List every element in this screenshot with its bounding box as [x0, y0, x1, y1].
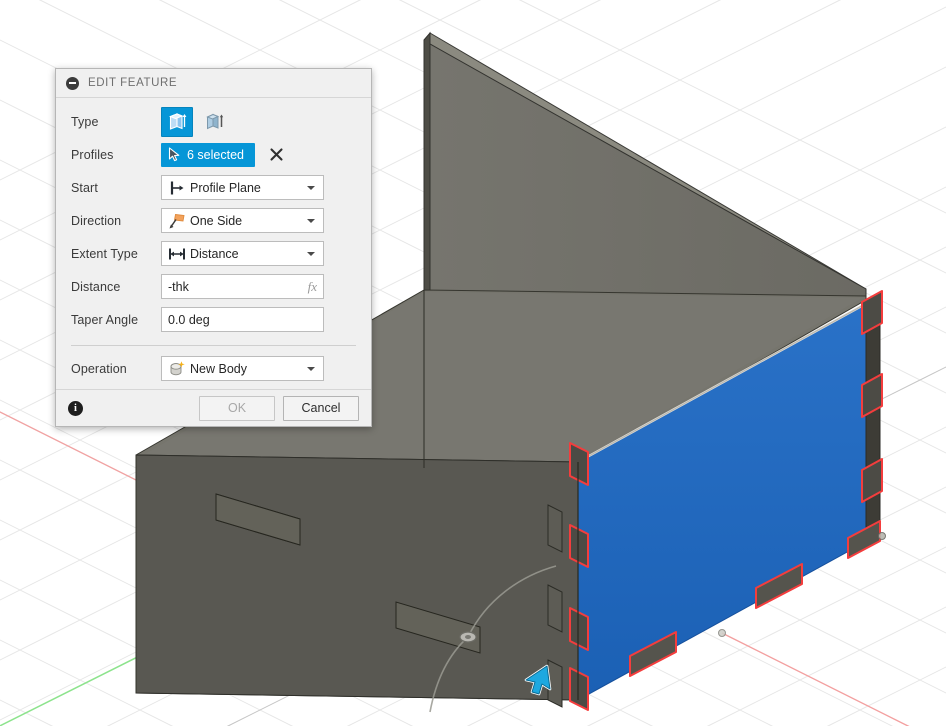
label-start: Start [71, 180, 98, 195]
endpoint-dot [718, 629, 726, 637]
row-start: Start Profile Plane [56, 171, 371, 204]
dialog-body: Type Profiles 6 selected Start Profile P… [56, 98, 371, 389]
label-extent-type: Extent Type [71, 246, 138, 261]
fx-expression-icon[interactable]: fx [308, 279, 317, 295]
solid-extrude-icon[interactable] [161, 106, 193, 137]
profile-plane-icon [167, 178, 186, 197]
row-profiles: Profiles 6 selected [56, 138, 371, 171]
chevron-down-icon[interactable] [303, 366, 319, 371]
corner-dot [878, 532, 886, 540]
operation-value: New Body [190, 361, 247, 376]
thin-extrude-icon[interactable] [198, 107, 230, 137]
distance-arrows-icon [167, 244, 186, 263]
start-value: Profile Plane [190, 180, 261, 195]
direction-value: One Side [190, 213, 243, 228]
start-dropdown[interactable]: Profile Plane [161, 175, 324, 200]
row-operation: Operation New Body [56, 352, 371, 385]
row-direction: Direction One Side [56, 204, 371, 237]
label-operation: Operation [71, 361, 127, 376]
profiles-value: 6 selected [187, 147, 244, 162]
taper-angle-value: 0.0 deg [168, 312, 210, 327]
one-side-arrow-icon [167, 211, 186, 230]
label-distance: Distance [71, 279, 121, 294]
chevron-down-icon[interactable] [303, 251, 319, 256]
label-type: Type [71, 114, 99, 129]
distance-input[interactable]: -thk fx [161, 274, 324, 299]
info-icon[interactable]: i [68, 400, 83, 416]
direction-dropdown[interactable]: One Side [161, 208, 324, 233]
chevron-down-icon[interactable] [303, 185, 319, 190]
row-type: Type [56, 105, 371, 138]
minus-circle-icon[interactable] [66, 76, 79, 90]
row-extent-type: Extent Type Distance [56, 237, 371, 270]
close-x-icon[interactable] [268, 146, 286, 164]
row-distance: Distance -thk fx [56, 270, 371, 303]
extent-type-dropdown[interactable]: Distance [161, 241, 324, 266]
ok-button[interactable]: OK [199, 395, 275, 421]
dialog-footer: i OK Cancel [56, 389, 371, 426]
section-divider [71, 345, 356, 346]
dialog-header[interactable]: EDIT FEATURE [56, 69, 371, 98]
label-direction: Direction [71, 213, 122, 228]
new-body-icon [167, 359, 186, 378]
distance-value: -thk [168, 279, 189, 294]
type-toggle-group[interactable] [161, 106, 230, 137]
operation-dropdown[interactable]: New Body [161, 356, 324, 381]
profiles-select-button[interactable]: 6 selected [161, 142, 255, 167]
chevron-down-icon[interactable] [303, 218, 319, 223]
taper-angle-input[interactable]: 0.0 deg [161, 307, 324, 332]
cancel-button[interactable]: Cancel [283, 395, 359, 421]
edit-feature-dialog[interactable]: EDIT FEATURE Type Profiles 6 selected St… [55, 68, 372, 427]
extent-type-value: Distance [190, 246, 239, 261]
dialog-title: EDIT FEATURE [88, 77, 178, 89]
cursor-arrow-icon [168, 147, 180, 162]
label-taper-angle: Taper Angle [71, 312, 139, 327]
label-profiles: Profiles [71, 147, 114, 162]
row-taper-angle: Taper Angle 0.0 deg [56, 303, 371, 336]
